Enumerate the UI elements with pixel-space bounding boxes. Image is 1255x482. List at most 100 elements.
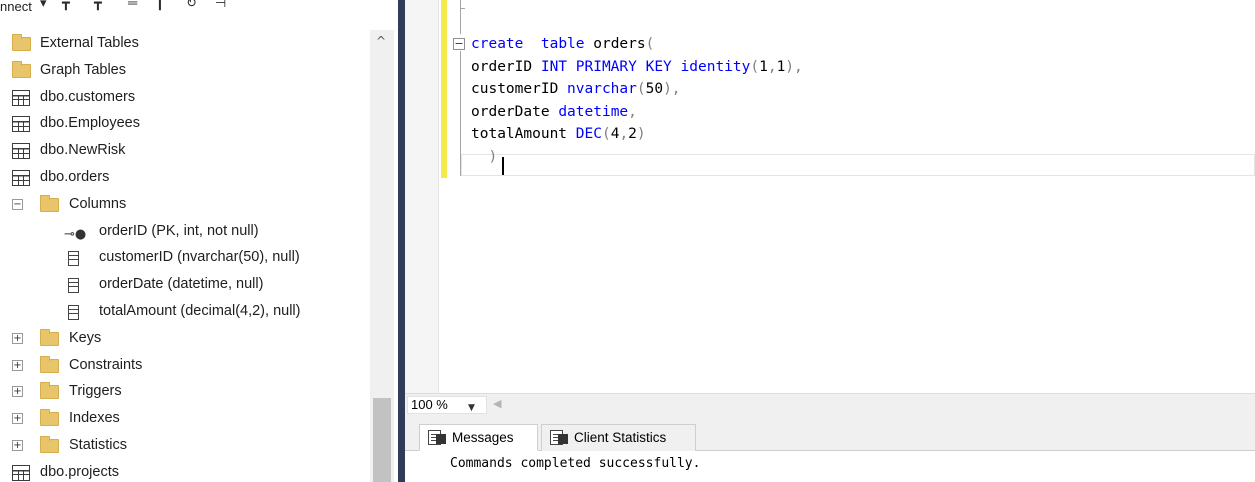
code-token: nvarchar	[567, 81, 637, 97]
messages-icon	[428, 430, 446, 445]
tree-node[interactable]: dbo.orders	[0, 164, 368, 190]
tree-node[interactable]: Graph Tables	[0, 57, 368, 83]
code-token: table	[540, 36, 585, 52]
expand-icon[interactable]: +	[12, 386, 23, 398]
zoom-select[interactable]: 100 % ▼	[407, 396, 487, 414]
tab-messages[interactable]: Messages	[419, 424, 538, 451]
code-token: datetime	[558, 103, 629, 120]
tree-node-label: Keys	[69, 329, 102, 346]
tree-node[interactable]: dbo.projects	[0, 459, 368, 482]
tree-node-label: orderDate (datetime, null)	[99, 276, 264, 293]
tree-node[interactable]: dbo.NewRisk	[0, 137, 368, 163]
code-token: DEC	[575, 126, 602, 142]
code-token: orderDate	[471, 103, 559, 120]
tree-node[interactable]: + Statistics	[0, 432, 368, 458]
tree-node[interactable]: External Tables	[0, 30, 368, 56]
code-token: (	[750, 58, 760, 75]
client-statistics-icon	[550, 430, 568, 445]
tree-node-label: dbo.NewRisk	[40, 142, 126, 159]
code-line[interactable]: )	[471, 146, 497, 168]
outline-guide	[460, 8, 465, 9]
tree-node[interactable]: + Triggers	[0, 378, 368, 404]
scroll-left-arrow-icon[interactable]: ◀	[493, 397, 501, 410]
code-token: 1	[759, 58, 768, 75]
scrollbar-thumb[interactable]	[373, 398, 391, 482]
tree-node[interactable]: + Keys	[0, 325, 368, 351]
collapse-block-icon[interactable]: −	[453, 38, 465, 50]
tree-node-label: Columns	[69, 195, 127, 212]
tree-node[interactable]: ⊸● orderID (PK, int, not null)	[0, 218, 368, 244]
code-line[interactable]: orderDate datetime,	[471, 101, 637, 123]
results-tab-strip: Messages Client Statistics	[405, 415, 1255, 451]
tree-node[interactable]: dbo.customers	[0, 84, 368, 110]
object-explorer: nnect ▾ ┳ ┳ ═ ┃ ↻ ⊣ External Tables Graph…	[0, 0, 398, 482]
table-icon	[12, 170, 30, 186]
tree-node-label: Statistics	[69, 437, 128, 453]
tab-client-statistics[interactable]: Client Statistics	[541, 424, 696, 451]
outline-guide	[460, 0, 461, 34]
code-token: ),	[663, 81, 681, 97]
tree-node[interactable]: customerID (nvarchar(50), null)	[0, 244, 368, 270]
code-token: ,	[619, 126, 629, 142]
code-token: (	[636, 81, 646, 97]
expand-icon[interactable]: +	[12, 332, 23, 344]
code-token: customerID	[471, 81, 568, 97]
folder-icon	[40, 355, 59, 373]
refresh-icon[interactable]: ↻	[186, 0, 197, 11]
chevron-down-icon[interactable]: ▼	[468, 400, 475, 416]
tree-node-label: dbo.projects	[40, 463, 119, 480]
collapse-icon[interactable]: −	[12, 198, 23, 210]
explorer-scrollbar[interactable]: ^	[370, 30, 394, 482]
editor-status-bar: 100 % ▼ ◀	[405, 393, 1255, 415]
tree-node[interactable]: + Constraints	[0, 352, 368, 378]
query-editor[interactable]: − create table orders(orderID INT PRIMAR…	[405, 0, 1255, 393]
tree-node-label: customerID (nvarchar(50), null)	[99, 249, 300, 266]
tree-node-label: Triggers	[69, 383, 122, 400]
tree-node-label: dbo.customers	[40, 88, 136, 105]
connect-icon[interactable]: ┳	[62, 0, 70, 11]
tree-node-label: dbo.orders	[40, 169, 110, 185]
code-token: create	[471, 36, 524, 52]
tree-node[interactable]: totalAmount (decimal(4,2), null)	[0, 298, 368, 324]
pane-divider[interactable]	[398, 0, 405, 482]
code-line[interactable]: orderID INT PRIMARY KEY identity(1,1),	[471, 56, 803, 78]
code-line[interactable]: totalAmount DEC(4,2)	[471, 123, 646, 145]
tree-node-label: totalAmount (decimal(4,2), null)	[99, 303, 301, 319]
tree-node[interactable]: − Columns	[0, 191, 368, 217]
tree-node-label: External Tables	[40, 35, 139, 51]
dropdown-arrow-icon[interactable]: ▾	[40, 0, 47, 11]
tree-node[interactable]: dbo.Employees	[0, 110, 368, 136]
zoom-value: 100 %	[411, 397, 448, 412]
code-line[interactable]: create table orders(	[471, 33, 654, 55]
activity-monitor-icon[interactable]: ⊣	[215, 0, 226, 11]
scroll-up-arrow-icon[interactable]: ^	[376, 34, 386, 48]
folder-icon	[12, 34, 31, 51]
text-caret	[502, 157, 504, 175]
editor-gutter	[405, 0, 439, 393]
disconnect-icon[interactable]: ┳	[94, 0, 102, 11]
code-token: ,	[628, 103, 637, 120]
expand-icon[interactable]: +	[12, 440, 23, 451]
code-line[interactable]: customerID nvarchar(50),	[471, 78, 681, 100]
tree-node-label: Graph Tables	[40, 61, 126, 78]
tree-node[interactable]: + Indexes	[0, 405, 368, 431]
expand-icon[interactable]: +	[12, 359, 23, 371]
code-token: )	[471, 148, 498, 165]
code-token: orders	[584, 36, 646, 52]
table-icon	[12, 116, 30, 133]
tree-node-label: dbo.Employees	[40, 115, 140, 132]
expand-icon[interactable]: +	[12, 413, 23, 425]
table-icon	[12, 89, 30, 106]
code-token: ,	[767, 58, 777, 75]
filter-icon[interactable]: ═	[128, 0, 137, 10]
code-token: orderID	[471, 58, 541, 75]
tab-label: Client Statistics	[574, 430, 667, 445]
connect-button[interactable]: nnect	[0, 0, 32, 14]
code-token: ),	[785, 58, 803, 75]
tree-node-label: Constraints	[69, 356, 143, 373]
code-token: 50	[645, 81, 664, 97]
code-token: totalAmount	[471, 126, 576, 142]
tree-node[interactable]: orderDate (datetime, null)	[0, 271, 368, 297]
stop-icon[interactable]: ┃	[156, 0, 164, 11]
